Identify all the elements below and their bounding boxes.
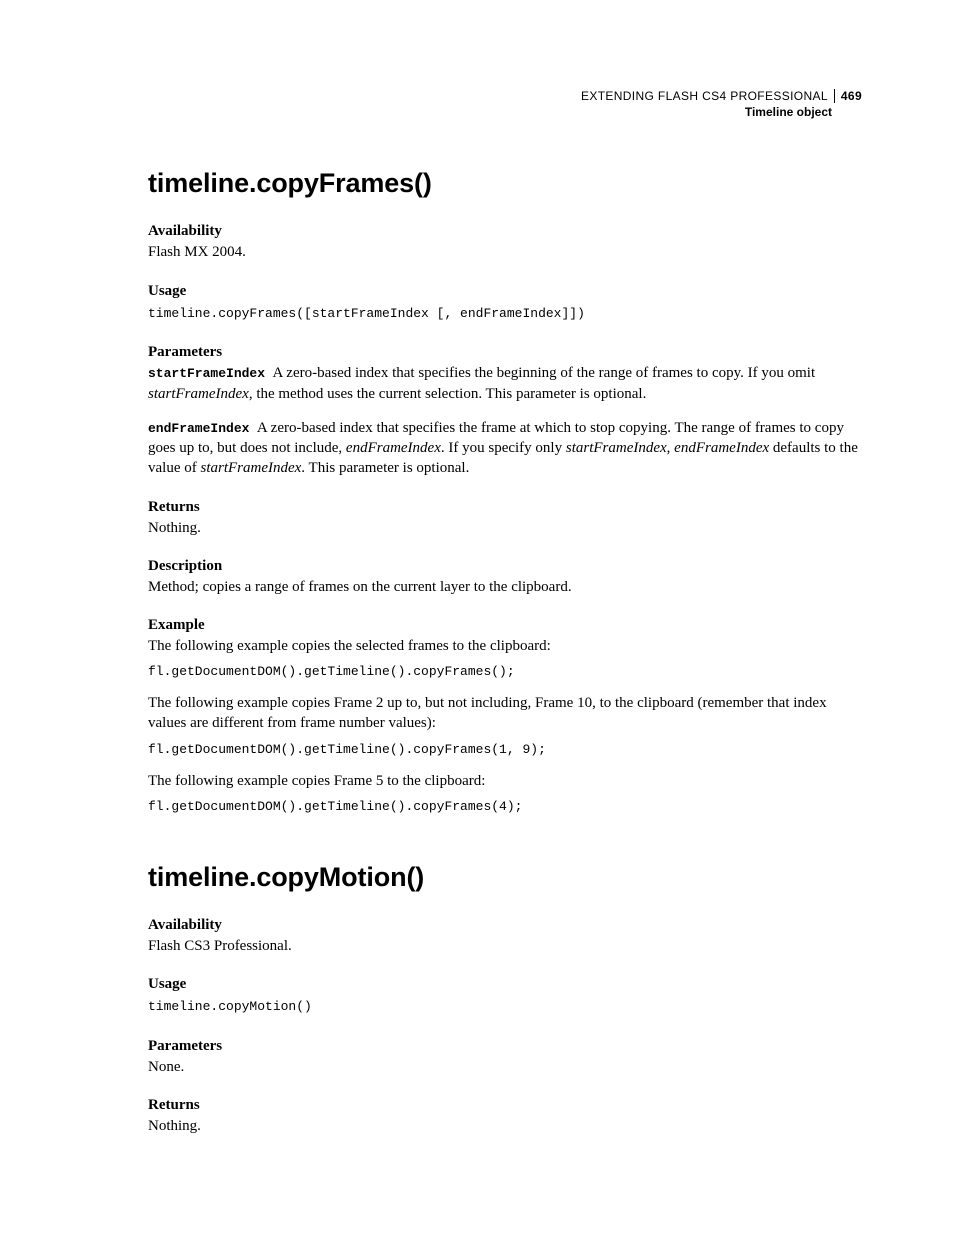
chapter-title: Timeline object <box>148 104 862 120</box>
param-em: endFrameIndex <box>346 440 441 456</box>
example-intro: The following example copies the selecte… <box>148 636 862 656</box>
availability-label: Availability <box>148 223 862 240</box>
param-name: endFrameIndex <box>148 421 249 436</box>
availability-body: Flash CS3 Professional. <box>148 936 862 956</box>
param-text: A zero-based index that specifies the be… <box>273 365 816 381</box>
param-text: , the method uses the current selection.… <box>249 386 647 402</box>
parameters-body: None. <box>148 1057 862 1077</box>
example-code: fl.getDocumentDOM().getTimeline().copyFr… <box>148 740 862 761</box>
description-body: Method; copies a range of frames on the … <box>148 577 862 597</box>
usage-code: timeline.copyFrames([startFrameIndex [, … <box>148 304 862 325</box>
availability-body: Flash MX 2004. <box>148 242 862 262</box>
returns-body: Nothing. <box>148 518 862 538</box>
page-container: EXTENDING FLASH CS4 PROFESSIONAL 469 Time… <box>0 0 954 1240</box>
param-em: endFrameIndex <box>674 440 769 456</box>
example-intro: The following example copies Frame 2 up … <box>148 693 862 734</box>
usage-label: Usage <box>148 976 862 993</box>
param-em: startFrameIndex <box>566 440 667 456</box>
param-text: . This parameter is optional. <box>301 460 469 476</box>
book-title: EXTENDING FLASH CS4 PROFESSIONAL <box>581 89 828 103</box>
method-copyframes: timeline.copyFrames() Availability Flash… <box>148 168 862 817</box>
example-label: Example <box>148 617 862 634</box>
param-em: startFrameIndex <box>200 460 301 476</box>
running-header: EXTENDING FLASH CS4 PROFESSIONAL 469 Time… <box>148 88 862 120</box>
method-title: timeline.copyFrames() <box>148 168 862 199</box>
param-endframeindex: endFrameIndex A zero-based index that sp… <box>148 418 862 479</box>
returns-body: Nothing. <box>148 1116 862 1136</box>
method-title: timeline.copyMotion() <box>148 862 862 893</box>
example-code: fl.getDocumentDOM().getTimeline().copyFr… <box>148 662 862 683</box>
description-label: Description <box>148 558 862 575</box>
example-code: fl.getDocumentDOM().getTimeline().copyFr… <box>148 797 862 818</box>
param-text: . If you specify only <box>441 440 566 456</box>
returns-label: Returns <box>148 499 862 516</box>
example-intro: The following example copies Frame 5 to … <box>148 771 862 791</box>
page-number: 469 <box>834 89 862 103</box>
usage-label: Usage <box>148 283 862 300</box>
parameters-label: Parameters <box>148 344 862 361</box>
param-name: startFrameIndex <box>148 366 265 381</box>
parameters-label: Parameters <box>148 1038 862 1055</box>
usage-code: timeline.copyMotion() <box>148 997 862 1018</box>
param-em: startFrameIndex <box>148 386 249 402</box>
method-copymotion: timeline.copyMotion() Availability Flash… <box>148 862 862 1137</box>
availability-label: Availability <box>148 917 862 934</box>
param-startframeindex: startFrameIndex A zero-based index that … <box>148 363 862 404</box>
returns-label: Returns <box>148 1097 862 1114</box>
